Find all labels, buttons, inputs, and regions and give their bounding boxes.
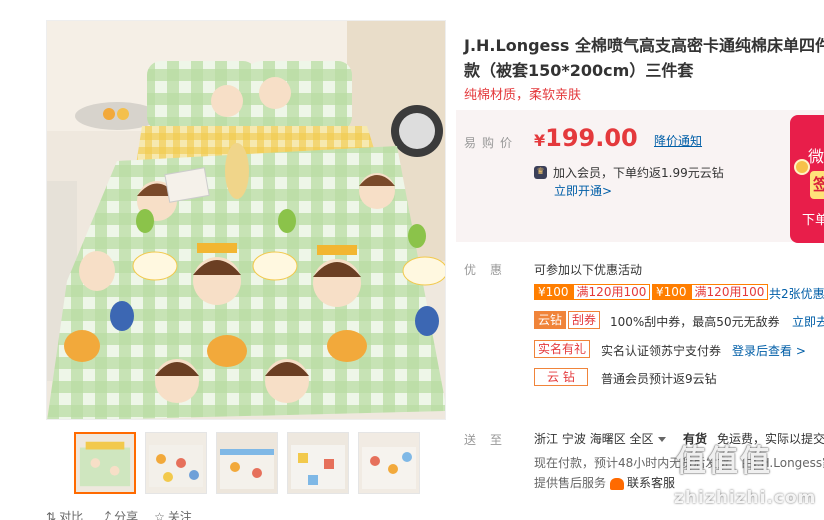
watermark-logo: 值值值 (676, 444, 772, 479)
scratch-text: 100%刮中券，最高50元无敌券 (610, 315, 780, 329)
watermark: 值值值 zhizhizhi.com (674, 444, 824, 508)
login-to-view-link[interactable]: 登录后查看 > (732, 342, 806, 359)
product-toolbar: ⇅ 对比 ⤴ 分享 ☆ 关注 (46, 508, 192, 520)
thumbnail-4[interactable] (287, 432, 349, 494)
price-label: 易购价 (464, 136, 519, 150)
delivery-label: 送至 (464, 433, 517, 447)
share-icon: ⤴ (99, 510, 112, 520)
chevron-down-icon (657, 437, 666, 442)
currency-symbol: ¥ (534, 131, 546, 150)
promotions-label: 优惠 (464, 263, 517, 277)
title-line-2: 款（被套150*200cm）三件套 (464, 61, 694, 80)
promo-banner[interactable]: 微 签 下单 (790, 115, 824, 243)
thumbnail-2[interactable] (145, 432, 207, 494)
price-value: 199.00 (545, 124, 638, 152)
province: 浙江 (534, 432, 559, 446)
more-coupons-link[interactable]: 共2张优惠 (769, 285, 824, 302)
coupon-1[interactable]: ¥100 满120用100 (534, 284, 651, 300)
promo-text-1: 微 (808, 147, 824, 166)
realname-tag: 实名有礼 (534, 340, 591, 358)
city: 宁波 (561, 432, 586, 446)
after-sales-text: 提供售后服务 (534, 476, 607, 490)
realname-text: 实名认证领苏宁支付券 (601, 344, 722, 358)
scratch-tag: 刮券 (568, 311, 601, 329)
coupon-condition: 满120用100 (572, 284, 651, 300)
compare-icon: ⇅ (46, 509, 57, 520)
district: 海曙区 (589, 432, 626, 446)
crown-icon: ♛ (534, 166, 547, 179)
member-offer: ♛ 加入会员，下单约返1.99元云钻 (534, 164, 724, 181)
watermark-url: zhizhizhi.com (674, 488, 817, 508)
price-drop-notice-link[interactable]: 降价通知 (654, 132, 702, 149)
product-title: J.H.Longess 全棉喷气高支高密卡通纯棉床单四件套 款（被套150*20… (464, 33, 824, 83)
promo-text-2: 签 (810, 171, 824, 199)
coupon-2[interactable]: ¥100 满120用100 (652, 284, 769, 300)
title-line-1: J.H.Longess 全棉喷气高支高密卡通纯棉床单四件套 (464, 36, 824, 55)
scope: 全区 (629, 432, 654, 446)
promotions-intro: 可参加以下优惠活动 (534, 263, 643, 277)
thumbnail-1[interactable] (74, 432, 136, 494)
customer-service-icon (610, 477, 624, 490)
coupon-amount: ¥100 (534, 284, 573, 300)
yunzuan-tag: 云钻 (534, 311, 567, 329)
cloud-diamond-text: 普通会员预计返9云钻 (601, 372, 717, 386)
coupon-amount: ¥100 (652, 284, 691, 300)
compare-button[interactable]: ⇅ 对比 (46, 508, 83, 520)
promo-text-3: 下单 (802, 213, 824, 228)
coin-icon (794, 159, 810, 175)
scratch-link[interactable]: 立即去 (792, 313, 824, 330)
coupon-condition: 满120用100 (690, 284, 769, 300)
share-button[interactable]: ⤴ 分享 (99, 508, 138, 520)
star-icon: ☆ (154, 509, 165, 520)
follow-button[interactable]: ☆ 关注 (154, 508, 192, 520)
delivery-address-selector[interactable]: 浙江 宁波 海曙区 全区 (534, 430, 666, 447)
thumbnail-strip (74, 432, 420, 494)
contact-service-link[interactable]: 联系客服 (610, 474, 675, 491)
cloud-diamond-tag: 云 钻 (534, 368, 588, 386)
price: ¥199.00 (534, 124, 638, 152)
member-offer-text: 加入会员，下单约返1.99元云钻 (553, 166, 724, 180)
join-member-link[interactable]: 立即开通> (554, 182, 612, 199)
thumbnail-3[interactable] (216, 432, 278, 494)
main-product-image[interactable] (46, 20, 446, 420)
price-panel: 易购价 ¥199.00 降价通知 ♛ 加入会员，下单约返1.99元云钻 立即开通… (456, 110, 824, 243)
product-subtitle: 纯棉材质，柔软亲肤 (464, 88, 582, 103)
thumbnail-5[interactable] (358, 432, 420, 494)
